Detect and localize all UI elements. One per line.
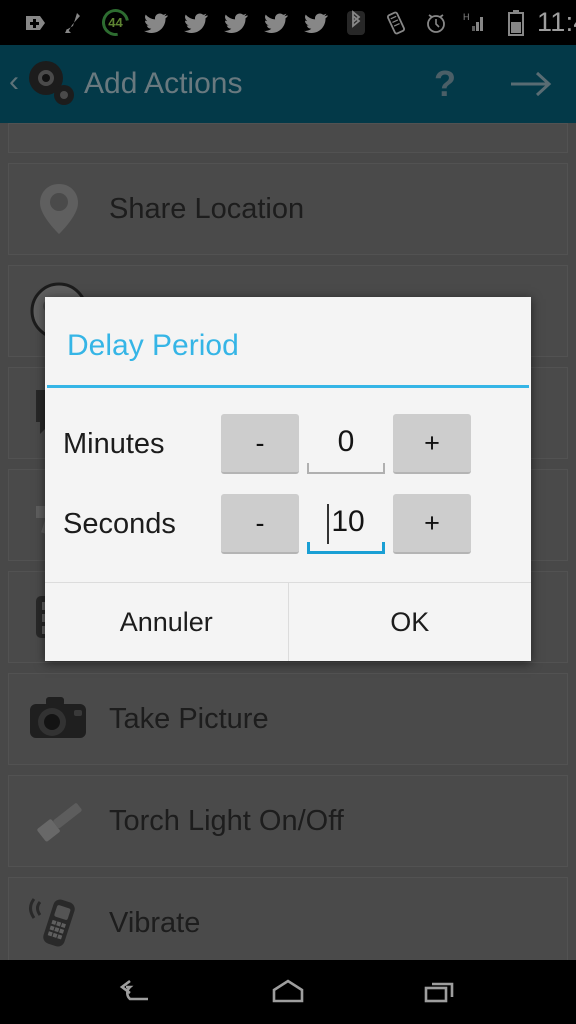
ok-button[interactable]: OK: [288, 583, 531, 661]
cleaner-broom-icon: [62, 10, 88, 36]
nav-back-icon[interactable]: [106, 972, 166, 1012]
minutes-input[interactable]: 0: [304, 414, 388, 474]
list-item-label: Vibrate: [109, 906, 201, 939]
flashlight-icon: [23, 785, 95, 857]
gears-icon: [23, 124, 95, 152]
minutes-underline: [307, 463, 385, 474]
vibrating-phone-icon: [23, 887, 95, 959]
minutes-row: Minutes - 0 +: [63, 404, 513, 484]
minutes-increment-button[interactable]: +: [393, 414, 471, 474]
dialog-actions: Annuler OK: [45, 583, 531, 661]
list-item-take-picture[interactable]: Take Picture: [8, 673, 568, 765]
action-bar: ‹ Add Actions ?: [0, 45, 576, 123]
page-title: Add Actions: [84, 67, 243, 100]
seconds-row: Seconds - 10 +: [63, 484, 513, 564]
seconds-input[interactable]: 10: [304, 494, 388, 554]
list-item-label: Take Picture: [109, 702, 269, 735]
gears-app-icon: [24, 57, 78, 111]
text-caret: [327, 504, 330, 544]
nav-recents-icon[interactable]: [410, 972, 470, 1012]
battery-icon: [503, 9, 529, 36]
back-chevron-icon[interactable]: ‹: [4, 67, 24, 101]
cancel-button[interactable]: Annuler: [45, 583, 288, 661]
phone-screen: 44 H 11: ‹ Add Actions ? Share Location …: [0, 0, 576, 1024]
help-icon[interactable]: ?: [434, 66, 456, 102]
seconds-value: 10: [331, 505, 365, 538]
nav-home-icon[interactable]: [258, 972, 318, 1012]
app-add-icon: [22, 10, 48, 36]
camera-icon: [23, 683, 95, 755]
twitter-icon: [223, 10, 249, 36]
seconds-increment-button[interactable]: +: [393, 494, 471, 554]
delay-period-dialog: Delay Period Minutes - 0 + Seconds - 10: [45, 297, 531, 661]
bluetooth-icon: [343, 9, 369, 36]
status-icon-tray: 44 H: [22, 3, 529, 42]
svg-text:H: H: [463, 12, 470, 22]
status-clock: 11:42: [537, 7, 576, 37]
twitter-icon: [263, 10, 289, 36]
signal-h-icon: H: [463, 10, 489, 36]
list-item-share-location[interactable]: Share Location: [8, 163, 568, 255]
twitter-icon: [303, 10, 329, 36]
list-item[interactable]: [8, 123, 568, 153]
status-bar: 44 H 11:: [0, 0, 576, 45]
navigation-bar: [0, 960, 576, 1024]
list-item-label: Torch Light On/Off: [109, 804, 344, 837]
list-item-vibrate[interactable]: Vibrate: [8, 877, 568, 960]
vibrate-icon: [383, 10, 409, 36]
map-pin-icon: [23, 173, 95, 245]
minutes-value: 0: [337, 425, 355, 458]
dialog-body: Minutes - 0 + Seconds - 10 +: [45, 388, 531, 582]
minutes-label: Minutes: [63, 427, 165, 460]
battery-saver-badge-icon: 44: [96, 3, 135, 42]
twitter-icon: [183, 10, 209, 36]
seconds-decrement-button[interactable]: -: [221, 494, 299, 554]
list-item-torch-light[interactable]: Torch Light On/Off: [8, 775, 568, 867]
seconds-label: Seconds: [63, 507, 176, 540]
list-item-label: Share Location: [109, 192, 305, 225]
next-arrow-icon[interactable]: [508, 68, 554, 100]
alarm-icon: [423, 10, 449, 36]
seconds-underline: [307, 542, 385, 554]
badge-ring: [96, 3, 135, 42]
minutes-decrement-button[interactable]: -: [221, 414, 299, 474]
dialog-title: Delay Period: [67, 329, 239, 362]
twitter-icon: [143, 10, 169, 36]
